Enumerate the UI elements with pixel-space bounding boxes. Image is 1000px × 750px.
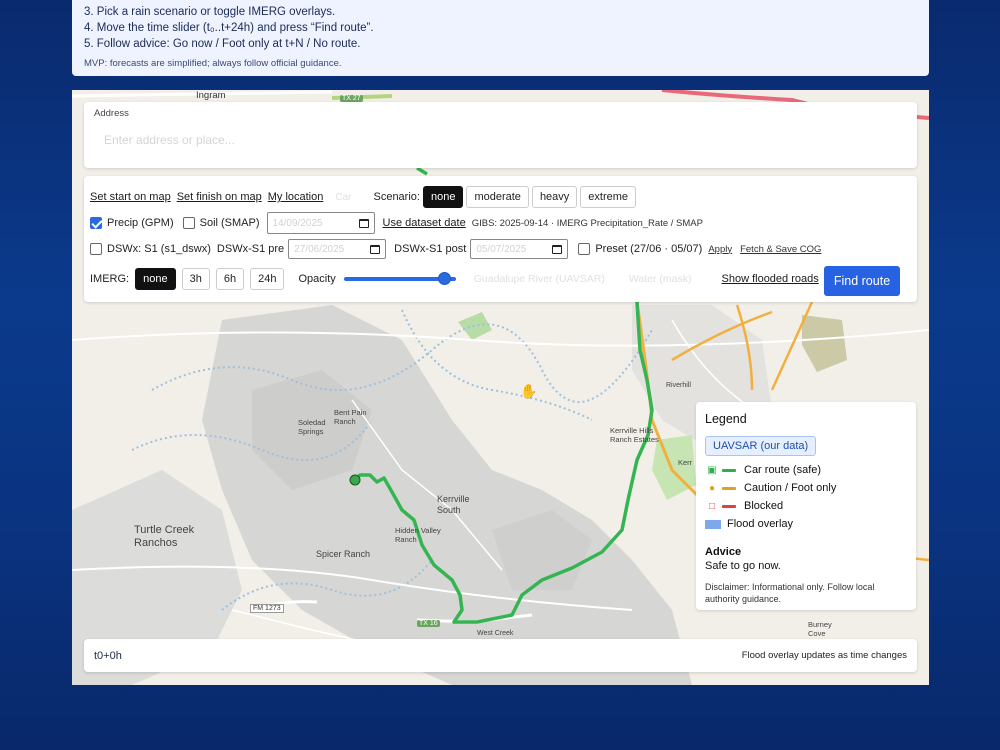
scenario-heavy-button[interactable]: heavy [531,186,578,208]
map-label-soledad: Soledad Springs [298,418,326,436]
imerg-6h-button[interactable]: 6h [215,268,245,290]
legend-disclaimer: Disclaimer: Informational only. Follow l… [705,582,875,604]
calendar-icon [552,244,563,254]
gibs-info: GIBS: 2025-09-14 · IMERG Precipitation_R… [471,217,703,229]
imerg-3h-button[interactable]: 3h [181,268,210,290]
precip-checkbox[interactable] [90,217,102,229]
dswx-pre-date-input[interactable]: 27/06/2025 [288,239,387,259]
legend-item-car: ▣ Car route (safe) [705,461,907,479]
soil-checkbox[interactable] [182,217,195,229]
guadalupe-toggle[interactable]: Guadalupe River (UAVSAR) [474,273,605,285]
controls-row-2: Precip (GPM) Soil (SMAP) 14/09/2025 Use … [90,212,703,234]
map-label-kerrville-south: Kerrville South [437,494,470,515]
advice-value: Safe to go now. [705,560,781,572]
instructions-panel: 3. Pick a rain scenario or toggle IMERG … [72,0,929,76]
imerg-none-button[interactable]: none [135,268,176,290]
dswx-label: DSWx: S1 (s1_dswx) [107,243,211,255]
controls-panel: Set start on map Set finish on map My lo… [84,176,917,302]
gibs-date-input[interactable]: 14/09/2025 [266,212,375,234]
fetch-save-cog-link[interactable]: Fetch & Save COG [740,244,821,255]
scenario-none-button[interactable]: none [422,186,464,208]
dswx-post-placeholder: 05/07/2025 [476,243,527,255]
instruction-step: 4. Move the time slider (t₀..t+24h) and … [84,22,374,34]
set-finish-link[interactable]: Set finish on map [177,191,262,203]
time-note: Flood overlay updates as time changes [741,650,907,661]
soil-label: Soil (SMAP) [199,217,260,229]
legend-swatch-blocked [722,504,736,508]
preset-label: Preset (27/06 · 05/07) [595,243,703,255]
dswx-post-label: DSWx-S1 post [394,243,467,255]
my-location-link[interactable]: My location [268,191,324,203]
controls-row-4: IMERG: none 3h 6h 24h Opacity Guadalupe … [90,268,819,290]
map-view[interactable]: ✋ Ingram TX 27 Bent Pain Ranch Soledad S… [72,90,929,685]
svg-text:✋: ✋ [520,383,537,400]
instructions-list: 3. Pick a rain scenario or toggle IMERG … [84,4,917,52]
precip-label: Precip (GPM) [107,217,174,229]
dswx-post-date-input[interactable]: 05/07/2025 [470,239,569,259]
use-dataset-date-link[interactable]: Use dataset date [383,217,466,229]
time-bar[interactable]: t0+0h Flood overlay updates as time chan… [84,639,917,672]
imerg-label: IMERG: [90,273,130,285]
legend-item-label: Flood overlay [727,518,794,530]
legend-title: Legend [705,412,747,426]
map-label-west-creek: West Creek [477,630,514,637]
flood-overlay-swatch [705,519,721,529]
controls-row-1: Set start on map Set finish on map My lo… [90,186,637,208]
imerg-24h-button[interactable]: 24h [250,268,285,290]
car-icon: ▣ [707,464,717,476]
apply-link[interactable]: Apply [708,244,732,255]
opacity-slider-thumb[interactable] [437,272,451,285]
lock-icon: □ [708,500,716,512]
instructions-disclaimer: MVP: forecasts are simplified; always fo… [84,58,342,69]
instruction-step: 5. Follow advice: Go now / Foot only at … [84,38,361,50]
gibs-date-placeholder: 14/09/2025 [272,217,323,229]
map-label-tx27: TX 27 [340,95,363,102]
map-label-burney: Burney Cove [808,620,832,638]
address-card: Address [84,102,917,168]
opacity-label: Opacity [298,273,336,285]
map-label-hidden-valley: Hidden Valley Ranch [395,526,441,544]
time-value: t0+0h [94,649,122,662]
set-start-link[interactable]: Set start on map [90,191,171,203]
address-label: Address [94,108,129,119]
scenario-moderate-button[interactable]: moderate [466,186,529,208]
map-label-turtle-creek: Turtle Creek Ranchos [134,524,195,549]
legend-item-label: Caution / Foot only [744,482,837,494]
scenario-extreme-button[interactable]: extreme [580,186,637,208]
legend-swatch-car [722,468,736,472]
legend-item-label: Car route (safe) [744,464,822,476]
controls-row-3: DSWx: S1 (s1_dswx) DSWx-S1 pre 27/06/202… [90,239,821,259]
map-label-riverhill: Riverhill [666,382,691,389]
advice-title: Advice [705,546,742,558]
find-route-button[interactable]: Find route [824,266,900,296]
walk-icon: ● [708,482,716,494]
legend-item-flood: Flood overlay [705,515,907,533]
car-mode-label[interactable]: Car [335,192,351,203]
preset-checkbox[interactable] [578,243,591,255]
calendar-icon [370,244,381,254]
scenario-label: Scenario: [373,191,420,203]
legend-item-foot: ● Caution / Foot only [705,479,907,497]
legend-item-blocked: □ Blocked [705,497,907,515]
dswx-pre-label: DSWx-S1 pre [216,243,285,255]
legend-swatch-foot [722,486,736,490]
instruction-step: 3. Pick a rain scenario or toggle IMERG … [84,6,336,18]
map-label-spicer: Spicer Ranch [316,549,371,559]
calendar-icon [358,218,369,228]
legend-panel: Legend UAVSAR (our data) ▣ Car route (sa… [696,402,916,610]
dswx-checkbox[interactable] [90,243,102,255]
map-label-fm1273: FM 1273 [250,604,284,613]
legend-item-label: Blocked [744,500,784,512]
dswx-pre-placeholder: 27/06/2025 [294,243,345,255]
map-label-bent-pain: Bent Pain Ranch [334,408,367,426]
map-label-ingram: Ingram [196,90,226,101]
opacity-slider[interactable] [343,272,456,286]
water-mask-toggle[interactable]: Water (mask) [629,273,692,285]
show-flooded-roads-link[interactable]: Show flooded roads [722,273,819,285]
map-label-kerrville-hills: Kerrville Hills Ranch Estates [610,426,659,444]
uavsar-badge[interactable]: UAVSAR (our data) [705,436,817,456]
address-input[interactable] [94,133,907,147]
map-label-tx16: TX 16 [417,620,440,627]
map-label-kerr: Kerr [678,458,693,467]
